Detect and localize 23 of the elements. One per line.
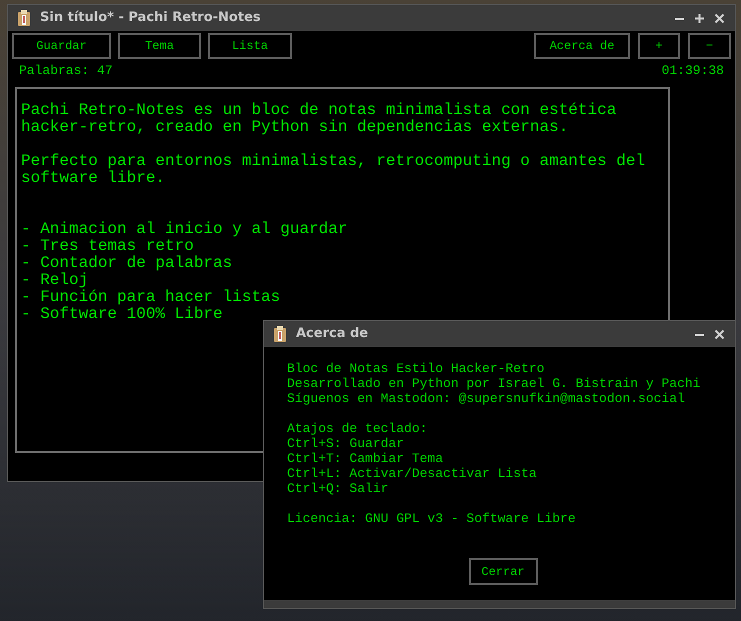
window-title: Acerca de: [296, 325, 370, 344]
about-text-line: Desarrollado en Python por Israel G. Bistrain y Pachi: [287, 376, 702, 391]
toolbar-button[interactable]: Lista: [208, 33, 292, 59]
about-text-line: Ctrl+Q: Salir: [287, 481, 390, 496]
toolbar-button[interactable]: −: [688, 33, 731, 59]
about-text-line: Síguenos en Mastodon: @supersnufkin@mastodon.social: [287, 391, 686, 406]
editor-text: Pachi Retro-Notes es un bloc de notas minimalista con estética hacker-retro, creado en Python sin dependencias externas. Perfecto para entornos minimalistas, retrocomputing o amantes del software libre. - Animacion al inicio y al guardar - Tres temas retro - Contador de palabras - Reloj - Función para hacer listas - Software 100% Libre: [21, 102, 646, 322]
clock: 01:39:38: [662, 62, 724, 80]
about-text-line: Licencia: GNU GPL v3 - Software Libre: [287, 511, 577, 526]
about-text-line: Bloc de Notas Estilo Hacker-Retro: [287, 361, 546, 376]
close-button[interactable]: Cerrar: [468, 558, 538, 585]
toolbar-button[interactable]: Guardar: [12, 33, 111, 59]
about-text-line: Ctrl+S: Guardar: [287, 436, 406, 451]
app-icon: [272, 325, 288, 343]
about-text-line: Atajos de teclado:: [287, 421, 428, 436]
toolbar-button[interactable]: Acerca de: [534, 33, 630, 59]
window-title: Sin título* - Pachi Retro-Notes: [40, 9, 262, 28]
word-count: Palabras: 47: [19, 62, 113, 80]
toolbar-button[interactable]: +: [638, 33, 680, 59]
toolbar-button[interactable]: Tema: [118, 33, 201, 59]
about-text-line: Ctrl+L: Activar/Desactivar Lista: [287, 466, 538, 481]
app-icon: [16, 9, 32, 27]
about-text-line: Ctrl+T: Cambiar Tema: [287, 451, 444, 466]
